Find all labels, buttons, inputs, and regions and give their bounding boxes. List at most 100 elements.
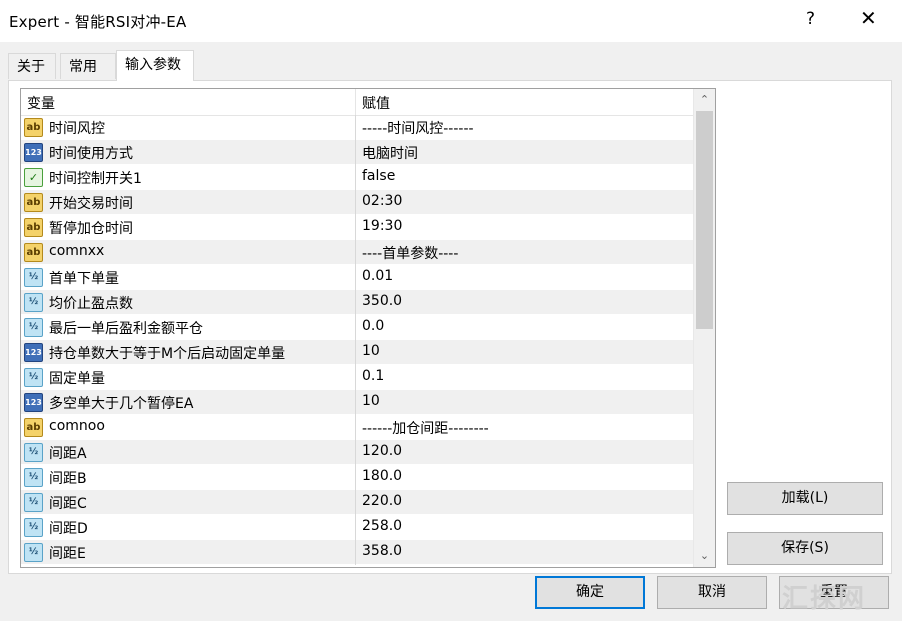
string-type-icon: ab — [24, 218, 43, 237]
table-row[interactable]: ½ 间距C 220.0 — [21, 490, 693, 515]
string-type-icon: ab — [24, 418, 43, 437]
table-row[interactable]: ab 时间风控 -----时间风控------ — [21, 115, 693, 140]
cell-divider — [355, 290, 356, 315]
variable-name: 间距C — [49, 496, 87, 512]
column-divider[interactable] — [355, 89, 356, 115]
variable-name: 时间使用方式 — [49, 146, 133, 162]
variable-name: 固定单量 — [49, 371, 105, 387]
table-row[interactable]: ½ 间距A 120.0 — [21, 440, 693, 465]
window-title: Expert - 智能RSI对冲-EA — [9, 13, 187, 31]
integer-type-icon: 123 — [24, 393, 43, 412]
variable-value[interactable]: 19:30 — [362, 218, 402, 234]
ok-button[interactable]: 确定 — [535, 576, 645, 609]
table-row[interactable]: ✓ 时间控制开关1 false — [21, 165, 693, 190]
help-button[interactable]: ? — [806, 9, 815, 29]
cell-divider — [355, 140, 356, 165]
grid-rows: ab 时间风控 -----时间风控------ 123 时间使用方式 电脑时间 … — [21, 115, 693, 565]
cell-divider — [355, 190, 356, 215]
string-type-icon: ab — [24, 243, 43, 262]
tab-common[interactable]: 常用 — [60, 53, 116, 79]
cell-divider — [355, 215, 356, 240]
cell-divider — [355, 540, 356, 565]
variable-name: 暂停加仓时间 — [49, 221, 133, 237]
cell-divider — [355, 515, 356, 540]
variable-value[interactable]: 120.0 — [362, 443, 402, 459]
table-row[interactable]: ½ 首单下单量 0.01 — [21, 265, 693, 290]
double-type-icon: ½ — [24, 268, 43, 287]
scroll-down-icon[interactable]: ⌄ — [694, 545, 715, 567]
variable-name: 间距B — [49, 471, 87, 487]
variable-value[interactable]: 10 — [362, 343, 380, 359]
watermark: 汇探网 — [782, 584, 867, 614]
variable-name: 时间控制开关1 — [49, 171, 142, 187]
cell-divider — [355, 490, 356, 515]
variable-name: comnxx — [49, 243, 105, 259]
double-type-icon: ½ — [24, 543, 43, 562]
variable-name: 间距D — [49, 521, 88, 537]
variable-value[interactable]: ------加仓间距-------- — [362, 418, 489, 438]
variable-value[interactable]: 0.1 — [362, 368, 384, 384]
double-type-icon: ½ — [24, 368, 43, 387]
string-type-icon: ab — [24, 193, 43, 212]
variable-value[interactable]: 350.0 — [362, 293, 402, 309]
table-row[interactable]: ½ 间距E 358.0 — [21, 540, 693, 565]
table-row[interactable]: ab 暂停加仓时间 19:30 — [21, 215, 693, 240]
variable-name: 持仓单数大于等于M个后启动固定单量 — [49, 346, 286, 362]
double-type-icon: ½ — [24, 318, 43, 337]
close-button[interactable]: ✕ — [860, 7, 877, 29]
variable-name: 均价止盈点数 — [49, 296, 133, 312]
double-type-icon: ½ — [24, 443, 43, 462]
table-row[interactable]: ½ 固定单量 0.1 — [21, 365, 693, 390]
cell-divider — [355, 465, 356, 490]
variable-value[interactable]: 258.0 — [362, 518, 402, 534]
cell-divider — [355, 415, 356, 440]
variable-value[interactable]: false — [362, 168, 395, 184]
table-row[interactable]: ab comnoo ------加仓间距-------- — [21, 415, 693, 440]
parameters-grid: 变量 赋值 ab 时间风控 -----时间风控------ 123 时间使用方式… — [20, 88, 716, 568]
load-button[interactable]: 加载(L) — [727, 482, 883, 515]
cell-divider — [355, 390, 356, 415]
tab-input-params[interactable]: 输入参数 — [116, 50, 194, 81]
table-row[interactable]: ab comnxx ----首单参数---- — [21, 240, 693, 265]
variable-name: 间距E — [49, 546, 86, 562]
column-header-value[interactable]: 赋值 — [362, 93, 390, 113]
string-type-icon: ab — [24, 118, 43, 137]
integer-type-icon: 123 — [24, 143, 43, 162]
variable-name: 最后一单后盈利金额平仓 — [49, 321, 203, 337]
table-row[interactable]: ½ 间距B 180.0 — [21, 465, 693, 490]
variable-value[interactable]: 180.0 — [362, 468, 402, 484]
variable-name: 首单下单量 — [49, 271, 119, 287]
tab-about[interactable]: 关于 — [8, 53, 56, 79]
variable-value[interactable]: 0.01 — [362, 268, 393, 284]
table-row[interactable]: 123 时间使用方式 电脑时间 — [21, 140, 693, 165]
variable-value[interactable]: 电脑时间 — [362, 143, 418, 163]
double-type-icon: ½ — [24, 518, 43, 537]
variable-name: 多空单大于几个暂停EA — [49, 396, 194, 412]
save-button[interactable]: 保存(S) — [727, 532, 883, 565]
variable-value[interactable]: 10 — [362, 393, 380, 409]
table-row[interactable]: 123 多空单大于几个暂停EA 10 — [21, 390, 693, 415]
variable-name: 时间风控 — [49, 121, 105, 137]
table-row[interactable]: ab 开始交易时间 02:30 — [21, 190, 693, 215]
table-row[interactable]: ½ 均价止盈点数 350.0 — [21, 290, 693, 315]
scrollbar-thumb[interactable] — [696, 111, 713, 329]
variable-name: comnoo — [49, 418, 105, 434]
cancel-button[interactable]: 取消 — [657, 576, 767, 609]
variable-value[interactable]: 0.0 — [362, 318, 384, 334]
boolean-type-icon: ✓ — [24, 168, 43, 187]
column-header-variable[interactable]: 变量 — [27, 93, 55, 113]
vertical-scrollbar[interactable]: ⌃ ⌄ — [693, 89, 715, 567]
variable-value[interactable]: 358.0 — [362, 543, 402, 559]
variable-value[interactable]: 02:30 — [362, 193, 402, 209]
table-row[interactable]: 123 持仓单数大于等于M个后启动固定单量 10 — [21, 340, 693, 365]
variable-value[interactable]: -----时间风控------ — [362, 118, 474, 138]
variable-value[interactable]: 220.0 — [362, 493, 402, 509]
cell-divider — [355, 440, 356, 465]
table-row[interactable]: ½ 间距D 258.0 — [21, 515, 693, 540]
scroll-up-icon[interactable]: ⌃ — [694, 89, 715, 111]
integer-type-icon: 123 — [24, 343, 43, 362]
cell-divider — [355, 340, 356, 365]
table-row[interactable]: ½ 最后一单后盈利金额平仓 0.0 — [21, 315, 693, 340]
variable-value[interactable]: ----首单参数---- — [362, 243, 458, 263]
double-type-icon: ½ — [24, 293, 43, 312]
